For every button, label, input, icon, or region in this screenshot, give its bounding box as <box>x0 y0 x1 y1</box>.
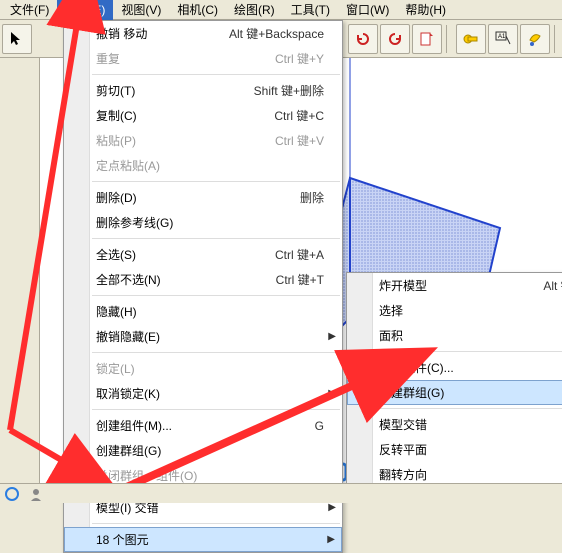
menu-item-delete-guides[interactable]: 删除参考线(G) <box>64 210 342 235</box>
menu-draw[interactable]: 绘图(R) <box>226 0 283 20</box>
menu-item-cut[interactable]: 剪切(T)Shift 键+删除 <box>64 78 342 103</box>
menu-help[interactable]: 帮助(H) <box>397 0 454 20</box>
cursor-icon <box>8 30 26 48</box>
menu-camera[interactable]: 相机(C) <box>169 0 226 20</box>
text-label-icon: A1 <box>494 30 512 48</box>
menu-item-redo: 重复Ctrl 键+Y <box>64 46 342 71</box>
menu-edit[interactable]: 编辑(E) <box>57 0 113 20</box>
redo-button[interactable] <box>380 24 410 54</box>
menu-item-copy[interactable]: 复制(C)Ctrl 键+C <box>64 103 342 128</box>
menu-item-hide[interactable]: 隐藏(H) <box>64 299 342 324</box>
menu-item-paste: 粘贴(P)Ctrl 键+V <box>64 128 342 153</box>
menu-item-paste-in-place: 定点粘贴(A) <box>64 153 342 178</box>
menu-item-select-all[interactable]: 全选(S)Ctrl 键+A <box>64 242 342 267</box>
tape-button[interactable] <box>456 24 486 54</box>
menu-tools[interactable]: 工具(T) <box>283 0 338 20</box>
edit-menu-dropdown: 撤销 移动Alt 键+Backspace 重复Ctrl 键+Y 剪切(T)Shi… <box>63 20 343 553</box>
menu-item-make-group[interactable]: 创建群组(G) <box>64 438 342 463</box>
submenu-select[interactable]: 选择▶ <box>347 298 562 323</box>
menu-window[interactable]: 窗口(W) <box>338 0 397 20</box>
menu-item-unhide[interactable]: 撤销隐藏(E)▶ <box>64 324 342 349</box>
paint-icon <box>526 30 544 48</box>
redo-icon <box>386 30 404 48</box>
user-icon <box>29 487 43 501</box>
menubar: 文件(F) 编辑(E) 视图(V) 相机(C) 绘图(R) 工具(T) 窗口(W… <box>0 0 562 20</box>
new-button[interactable] <box>412 24 442 54</box>
submenu-make-group[interactable]: 创建群组(G) <box>347 380 562 405</box>
submenu-area[interactable]: 面积▶ <box>347 323 562 348</box>
left-sidebar <box>0 58 40 503</box>
info-icon <box>5 487 19 501</box>
menu-item-undo[interactable]: 撤销 移动Alt 键+Backspace <box>64 21 342 46</box>
paint-button[interactable] <box>520 24 550 54</box>
menu-item-unlock[interactable]: 取消锁定(K)▶ <box>64 381 342 406</box>
entity-submenu: 炸开模型Alt 键+T 选择▶ 面积▶ 创建组件(C)... 创建群组(G) 模… <box>346 272 562 495</box>
menu-item-select-none[interactable]: 全部不选(N)Ctrl 键+T <box>64 267 342 292</box>
undo-icon <box>354 30 372 48</box>
submenu-intersect[interactable]: 模型交错▶ <box>347 412 562 437</box>
submenu-make-component[interactable]: 创建组件(C)... <box>347 355 562 380</box>
menu-item-make-component[interactable]: 创建组件(M)...G <box>64 413 342 438</box>
tape-icon <box>462 30 480 48</box>
menu-item-delete[interactable]: 删除(D)删除 <box>64 185 342 210</box>
menu-view[interactable]: 视图(V) <box>113 0 169 20</box>
status-info-button[interactable] <box>0 485 24 503</box>
submenu-flip[interactable]: 反转平面 <box>347 437 562 462</box>
svg-text:A1: A1 <box>498 34 506 40</box>
menu-file[interactable]: 文件(F) <box>2 0 57 20</box>
submenu-explode[interactable]: 炸开模型Alt 键+T <box>347 273 562 298</box>
undo-button[interactable] <box>348 24 378 54</box>
select-tool-button[interactable] <box>2 24 32 54</box>
menu-item-lock: 锁定(L) <box>64 356 342 381</box>
menu-item-entity-count[interactable]: 18 个图元▶ <box>64 527 342 552</box>
new-page-icon <box>418 30 436 48</box>
statusbar <box>0 483 562 503</box>
text-button[interactable]: A1 <box>488 24 518 54</box>
status-user-button[interactable] <box>24 485 48 503</box>
